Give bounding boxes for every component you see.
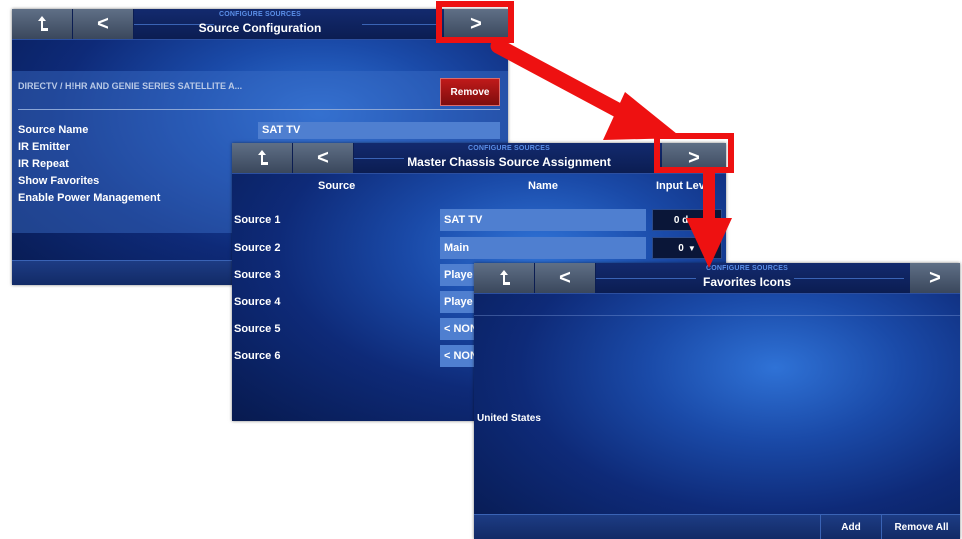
next-highlight-box	[436, 1, 514, 43]
ir-repeat-label: IR Repeat	[18, 158, 69, 170]
source-label: Source 6	[234, 350, 281, 362]
source-name-label: Source Name	[18, 124, 89, 136]
source-name-field[interactable]: SAT TV	[258, 122, 500, 139]
page-title: Source Configuration	[198, 21, 322, 35]
power-management-label: Enable Power Management	[18, 192, 161, 204]
input-level-column-header: Input Level	[656, 180, 715, 192]
source-label: Source 4	[234, 296, 281, 308]
section-label: CONFIGURE SOURCES	[706, 265, 788, 272]
chevron-down-icon: ▼	[687, 243, 696, 253]
source-label: Source 1	[234, 214, 281, 226]
name-column-header: Name	[528, 180, 558, 192]
source-label: Source 5	[234, 323, 281, 335]
remove-all-button[interactable]: Remove All	[881, 515, 960, 539]
ir-emitter-label: IR Emitter	[18, 141, 70, 153]
arrow-shaft	[490, 38, 648, 130]
home-button[interactable]	[232, 143, 293, 173]
source-label: Source 2	[234, 242, 281, 254]
next-button[interactable]: >	[910, 263, 960, 293]
favorites-icons-screen: < CONFIGURE SOURCES Favorites Icons > Un…	[474, 263, 960, 539]
top-bar: < CONFIGURE SOURCES Favorites Icons >	[474, 263, 960, 294]
page-title: Favorites Icons	[702, 275, 792, 289]
section-label: CONFIGURE SOURCES	[219, 11, 301, 18]
top-bar: < CONFIGURE SOURCES Master Chassis Sourc…	[232, 143, 726, 174]
chevron-down-icon: ▼	[692, 215, 701, 225]
next-icon: >	[929, 266, 941, 289]
source-column-header: Source	[318, 180, 356, 192]
source-name-field[interactable]: Main	[440, 237, 646, 259]
input-level-dropdown[interactable]: 0 d ▼	[652, 209, 722, 231]
home-icon	[500, 270, 510, 285]
source-label: Source 3	[234, 269, 281, 281]
input-level-value: 0 d	[673, 214, 689, 226]
top-bar: < CONFIGURE SOURCES Source Configuration…	[12, 9, 508, 40]
list-item[interactable]: United States	[477, 413, 541, 424]
show-favorites-label: Show Favorites	[18, 175, 100, 187]
next-highlight-box	[654, 133, 734, 173]
remove-button[interactable]: Remove	[440, 78, 500, 106]
bottom-bar: Add Remove All	[474, 514, 960, 539]
add-button[interactable]: Add	[820, 515, 881, 539]
divider	[18, 109, 500, 110]
device-name: DIRECTV / H!HR AND GENIE SERIES SATELLIT…	[18, 81, 243, 91]
source-name-field[interactable]: SAT TV	[440, 209, 646, 231]
input-level-dropdown[interactable]: 0 ▼	[652, 237, 722, 259]
home-button[interactable]	[474, 263, 535, 293]
favorites-list: United States	[474, 315, 960, 514]
home-icon	[258, 150, 268, 165]
input-level-value: 0	[678, 242, 684, 254]
